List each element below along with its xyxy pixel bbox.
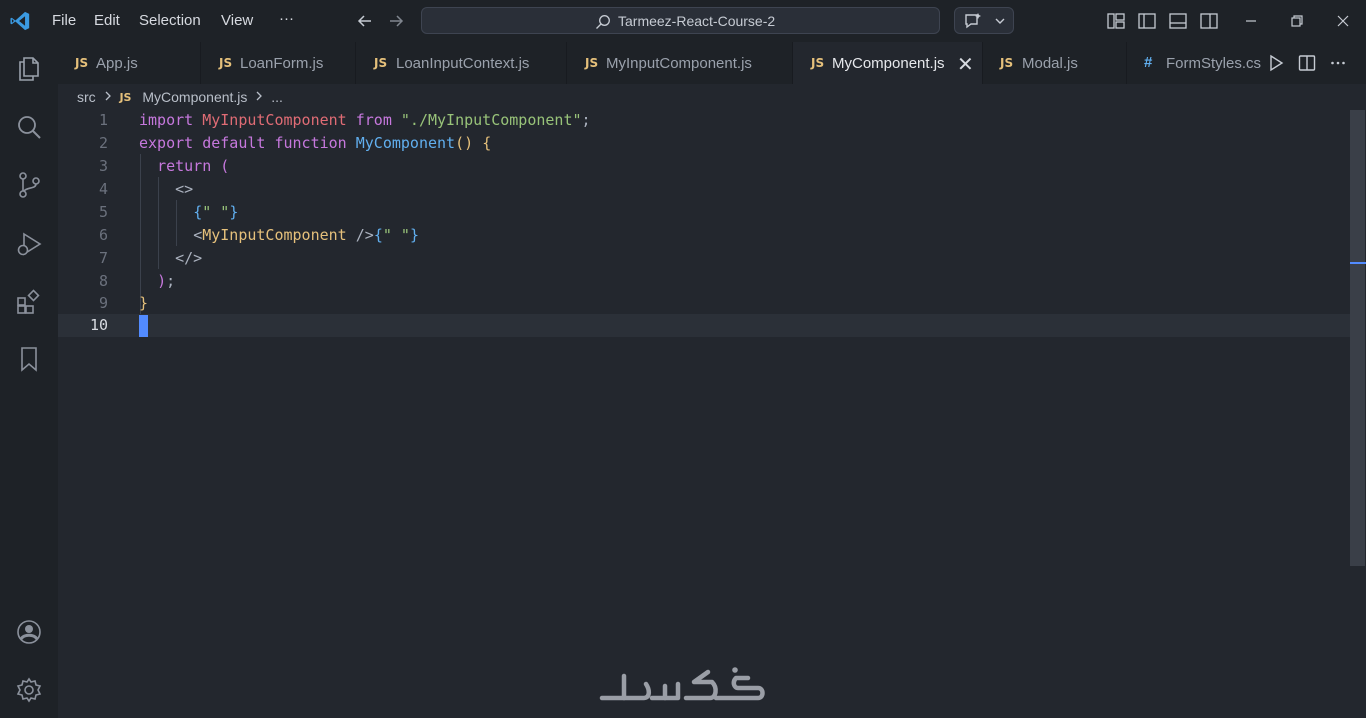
activity-bar [0, 42, 58, 718]
source-control-icon[interactable] [15, 171, 43, 199]
restore-icon[interactable] [1287, 11, 1307, 31]
js-file-icon: JS [811, 56, 825, 70]
close-tab-icon[interactable]: ✕ [957, 52, 974, 77]
code-text: <> [175, 180, 194, 198]
toggle-secondary-sidebar-icon[interactable] [1199, 11, 1219, 31]
search-icon[interactable] [15, 113, 43, 141]
tab-label: FormStyles.cs [1166, 55, 1262, 72]
command-center-search[interactable]: Tarmeez-React-Course-2 [421, 7, 940, 34]
js-file-icon: JS [374, 56, 388, 70]
js-file-icon: JS [1000, 56, 1014, 70]
editor-tab-bar: JS App.js JS LoanForm.js JS LoanInputCon… [58, 42, 1366, 84]
toggle-panel-icon[interactable] [1168, 11, 1188, 31]
customize-layout-icon[interactable] [1106, 11, 1126, 31]
vscode-logo-icon [10, 11, 30, 31]
line-number: 10 [89, 316, 108, 334]
code-editor[interactable]: 1 import MyInputComponent from "./MyInpu… [58, 108, 1350, 718]
line-number: 8 [98, 272, 108, 290]
code-text: return ( [157, 157, 230, 175]
tab-label: MyInputComponent.js [606, 55, 752, 72]
accounts-icon[interactable] [15, 618, 43, 646]
line-number: 1 [98, 111, 108, 129]
code-line: 3 return ( [58, 155, 1350, 178]
js-file-icon: JS [219, 56, 233, 70]
explorer-icon[interactable] [15, 54, 43, 82]
extensions-icon[interactable] [15, 288, 43, 316]
line-number: 6 [98, 226, 108, 244]
code-line: 6 <MyInputComponent />{" "} [58, 224, 1350, 247]
code-text: import MyInputComponent from "./MyInputC… [139, 111, 591, 129]
tab-label: App.js [96, 55, 138, 72]
forward-arrow-icon[interactable] [386, 11, 406, 31]
tab-myinputcomponent-js[interactable]: JS MyInputComponent.js [567, 42, 793, 84]
khamsat-watermark-logo [599, 667, 765, 701]
code-text: ); [157, 272, 176, 290]
chevron-right-icon [255, 89, 263, 105]
close-window-icon[interactable] [1333, 11, 1353, 31]
js-file-icon: JS [119, 90, 132, 104]
css-file-icon: # [1144, 54, 1153, 71]
copilot-chat-icon [965, 13, 981, 29]
code-text: {" "} [193, 203, 239, 221]
code-text: } [139, 294, 149, 312]
tab-mycomponent-js[interactable]: JS MyComponent.js ✕ [793, 42, 983, 84]
line-number: 5 [98, 203, 108, 221]
code-line: 4 <> [58, 178, 1350, 201]
line-number: 2 [98, 134, 108, 152]
more-actions-icon[interactable] [1329, 54, 1347, 72]
breadcrumb: src JS MyComponent.js ... [77, 88, 283, 108]
code-line: 5 {" "} [58, 201, 1350, 224]
line-number: 7 [98, 249, 108, 267]
js-file-icon: JS [75, 56, 89, 70]
settings-gear-icon[interactable] [15, 676, 43, 704]
title-bar: File Edit Selection View ··· Tarmeez-Rea… [0, 0, 1366, 42]
tab-loaninputcontext-js[interactable]: JS LoanInputContext.js [356, 42, 567, 84]
chevron-right-icon [104, 89, 112, 105]
tab-app-js[interactable]: JS App.js [58, 42, 201, 84]
code-text: </> [175, 249, 203, 267]
menu-file[interactable]: File [52, 12, 76, 29]
js-file-icon: JS [585, 56, 599, 70]
back-arrow-icon[interactable] [355, 11, 375, 31]
breadcrumb-more[interactable]: ... [271, 89, 283, 105]
minimize-icon[interactable] [1241, 11, 1261, 31]
tab-label: MyComponent.js [832, 55, 945, 72]
toggle-primary-sidebar-icon[interactable] [1137, 11, 1157, 31]
code-line: 9 } [58, 292, 1350, 315]
breadcrumb-file[interactable]: MyComponent.js [142, 89, 247, 105]
run-and-debug-icon[interactable] [15, 230, 43, 258]
code-line: 1 import MyInputComponent from "./MyInpu… [58, 109, 1350, 132]
menu-edit[interactable]: Edit [94, 12, 120, 29]
search-text: Tarmeez-React-Course-2 [618, 13, 776, 29]
tab-modal-js[interactable]: JS Modal.js [983, 42, 1127, 84]
search-icon [596, 15, 610, 29]
editor-scrollbar-thumb[interactable] [1350, 110, 1365, 566]
code-line: 7 </> [58, 247, 1350, 270]
tab-loanform-js[interactable]: JS LoanForm.js [201, 42, 356, 84]
menu-more[interactable]: ··· [279, 10, 294, 27]
code-line: 2 export default function MyComponent() … [58, 132, 1350, 155]
breadcrumb-folder[interactable]: src [77, 89, 96, 105]
chevron-down-icon [995, 18, 1005, 24]
menu-view[interactable]: View [221, 12, 253, 29]
text-cursor [139, 315, 148, 337]
run-file-icon[interactable] [1267, 54, 1285, 72]
code-line: 8 ); [58, 270, 1350, 293]
code-text: <MyInputComponent />{" "} [193, 226, 419, 244]
line-number: 4 [98, 180, 108, 198]
bookmarks-icon[interactable] [15, 345, 43, 373]
tab-label: Modal.js [1022, 55, 1078, 72]
code-text: export default function MyComponent() { [139, 134, 492, 152]
tab-label: LoanInputContext.js [396, 55, 530, 72]
split-editor-icon[interactable] [1298, 54, 1316, 72]
scrollbar-cursor-marker [1350, 262, 1366, 264]
copilot-button[interactable] [954, 7, 1014, 34]
menu-selection[interactable]: Selection [139, 12, 201, 29]
tab-label: LoanForm.js [240, 55, 324, 72]
code-line-current: 10 [58, 314, 1350, 337]
tab-formstyles-css[interactable]: # FormStyles.cs [1127, 42, 1266, 84]
line-number: 9 [98, 294, 108, 312]
line-number: 3 [98, 157, 108, 175]
